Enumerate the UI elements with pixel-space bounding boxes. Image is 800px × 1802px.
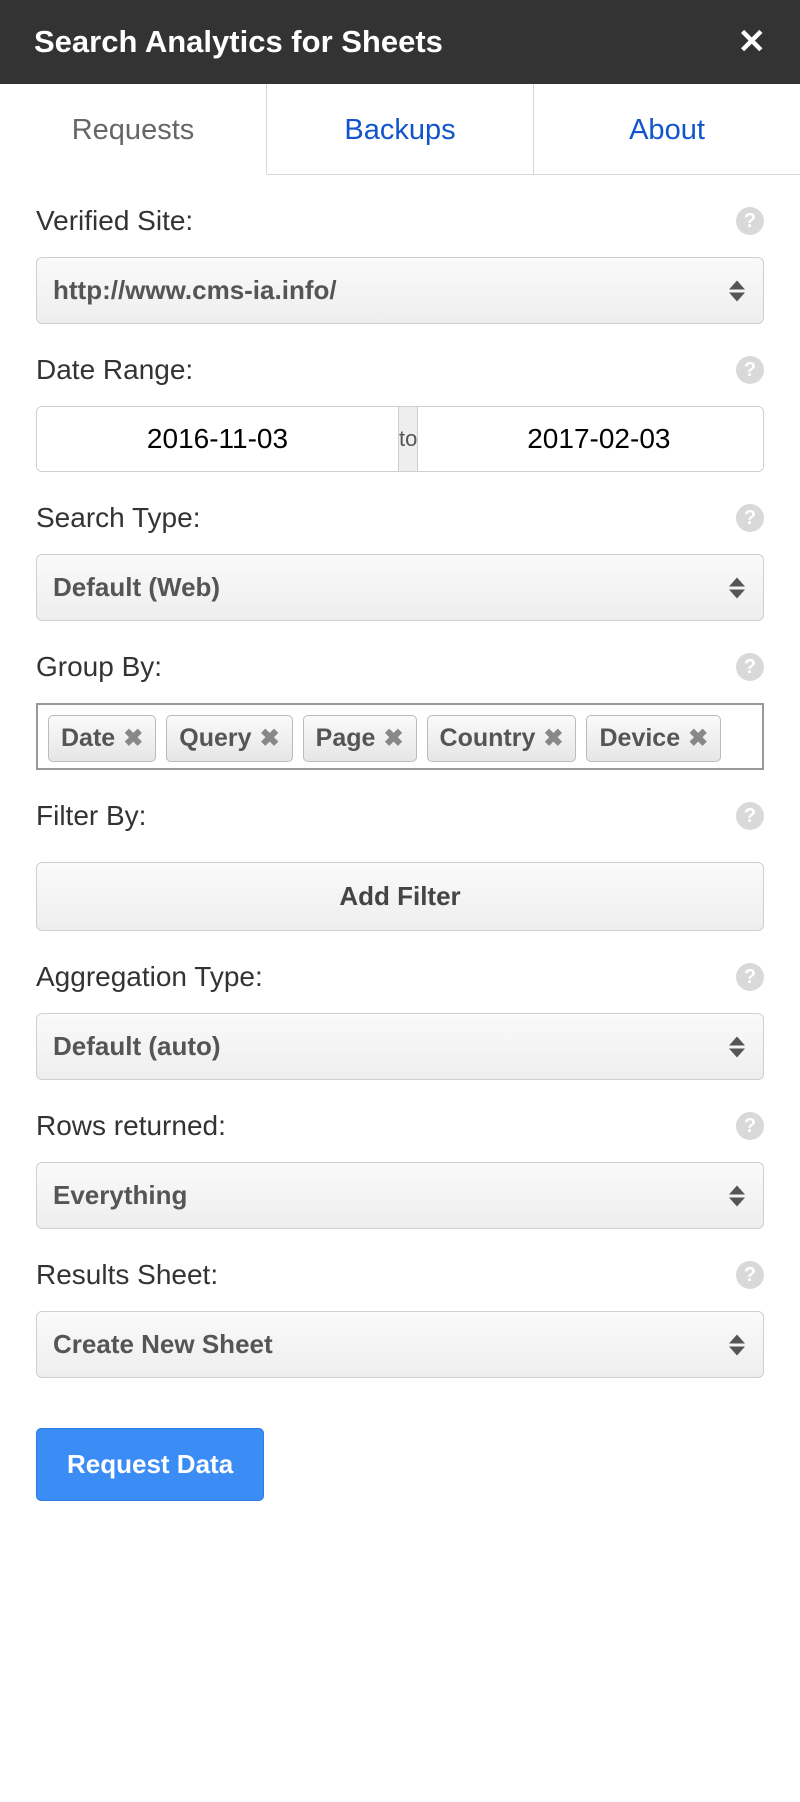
verified-site-value: http://www.cms-ia.info/ (53, 275, 337, 305)
aggregation-type-value: Default (auto) (53, 1031, 221, 1061)
help-icon[interactable]: ? (736, 963, 764, 991)
date-range-label: Date Range: (36, 354, 193, 386)
chip-label: Country (440, 724, 536, 753)
aggregation-type-select[interactable]: Default (auto) (36, 1013, 764, 1080)
chip-remove-icon[interactable]: ✖ (383, 727, 403, 751)
help-icon[interactable]: ? (736, 802, 764, 830)
rows-returned-value: Everything (53, 1180, 187, 1210)
help-icon[interactable]: ? (736, 207, 764, 235)
tab-backups[interactable]: Backups (267, 84, 534, 174)
search-type-label: Search Type: (36, 502, 200, 534)
chip-label: Device (599, 724, 680, 753)
date-to-input[interactable] (418, 407, 764, 471)
chip-query[interactable]: Query ✖ (166, 715, 292, 762)
app-title: Search Analytics for Sheets (34, 24, 443, 60)
select-arrows-icon (729, 1185, 745, 1206)
field-rows-returned: Rows returned: ? Everything (36, 1110, 764, 1229)
verified-site-label: Verified Site: (36, 205, 193, 237)
request-data-button[interactable]: Request Data (36, 1428, 264, 1501)
chip-device[interactable]: Device ✖ (586, 715, 721, 762)
form-panel: Verified Site: ? http://www.cms-ia.info/… (0, 205, 800, 1561)
chip-date[interactable]: Date ✖ (48, 715, 156, 762)
help-icon[interactable]: ? (736, 653, 764, 681)
field-results-sheet: Results Sheet: ? Create New Sheet (36, 1259, 764, 1378)
help-icon[interactable]: ? (736, 1112, 764, 1140)
help-icon[interactable]: ? (736, 1261, 764, 1289)
results-sheet-label: Results Sheet: (36, 1259, 218, 1291)
chip-label: Page (316, 724, 376, 753)
chip-remove-icon[interactable]: ✖ (260, 727, 280, 751)
verified-site-select[interactable]: http://www.cms-ia.info/ (36, 257, 764, 324)
tabs: Requests Backups About (0, 84, 800, 175)
chip-remove-icon[interactable]: ✖ (543, 727, 563, 751)
tab-requests[interactable]: Requests (0, 84, 267, 175)
select-arrows-icon (729, 577, 745, 598)
field-verified-site: Verified Site: ? http://www.cms-ia.info/ (36, 205, 764, 324)
rows-returned-label: Rows returned: (36, 1110, 226, 1142)
chip-remove-icon[interactable]: ✖ (688, 727, 708, 751)
field-aggregation-type: Aggregation Type: ? Default (auto) (36, 961, 764, 1080)
help-icon[interactable]: ? (736, 356, 764, 384)
rows-returned-select[interactable]: Everything (36, 1162, 764, 1229)
sidebar-header: Search Analytics for Sheets ✕ (0, 0, 800, 84)
select-arrows-icon (729, 1334, 745, 1355)
date-from-input[interactable] (37, 407, 398, 471)
help-icon[interactable]: ? (736, 504, 764, 532)
group-by-chips[interactable]: Date ✖ Query ✖ Page ✖ Country ✖ Device ✖ (36, 703, 764, 770)
search-type-select[interactable]: Default (Web) (36, 554, 764, 621)
results-sheet-select[interactable]: Create New Sheet (36, 1311, 764, 1378)
chip-page[interactable]: Page ✖ (303, 715, 417, 762)
close-icon[interactable]: ✕ (738, 25, 767, 59)
chip-remove-icon[interactable]: ✖ (123, 727, 143, 751)
filter-by-label: Filter By: (36, 800, 146, 832)
chip-label: Query (179, 724, 251, 753)
field-filter-by: Filter By: ? Add Filter (36, 800, 764, 931)
select-arrows-icon (729, 280, 745, 301)
results-sheet-value: Create New Sheet (53, 1329, 273, 1359)
chip-country[interactable]: Country ✖ (427, 715, 577, 762)
select-arrows-icon (729, 1036, 745, 1057)
aggregation-type-label: Aggregation Type: (36, 961, 263, 993)
chip-label: Date (61, 724, 115, 753)
field-search-type: Search Type: ? Default (Web) (36, 502, 764, 621)
tab-about[interactable]: About (534, 84, 800, 174)
field-group-by: Group By: ? Date ✖ Query ✖ Page ✖ Countr… (36, 651, 764, 770)
group-by-label: Group By: (36, 651, 162, 683)
field-date-range: Date Range: ? to (36, 354, 764, 472)
search-type-value: Default (Web) (53, 572, 220, 602)
date-to-label: to (398, 407, 418, 471)
add-filter-button[interactable]: Add Filter (36, 862, 764, 931)
